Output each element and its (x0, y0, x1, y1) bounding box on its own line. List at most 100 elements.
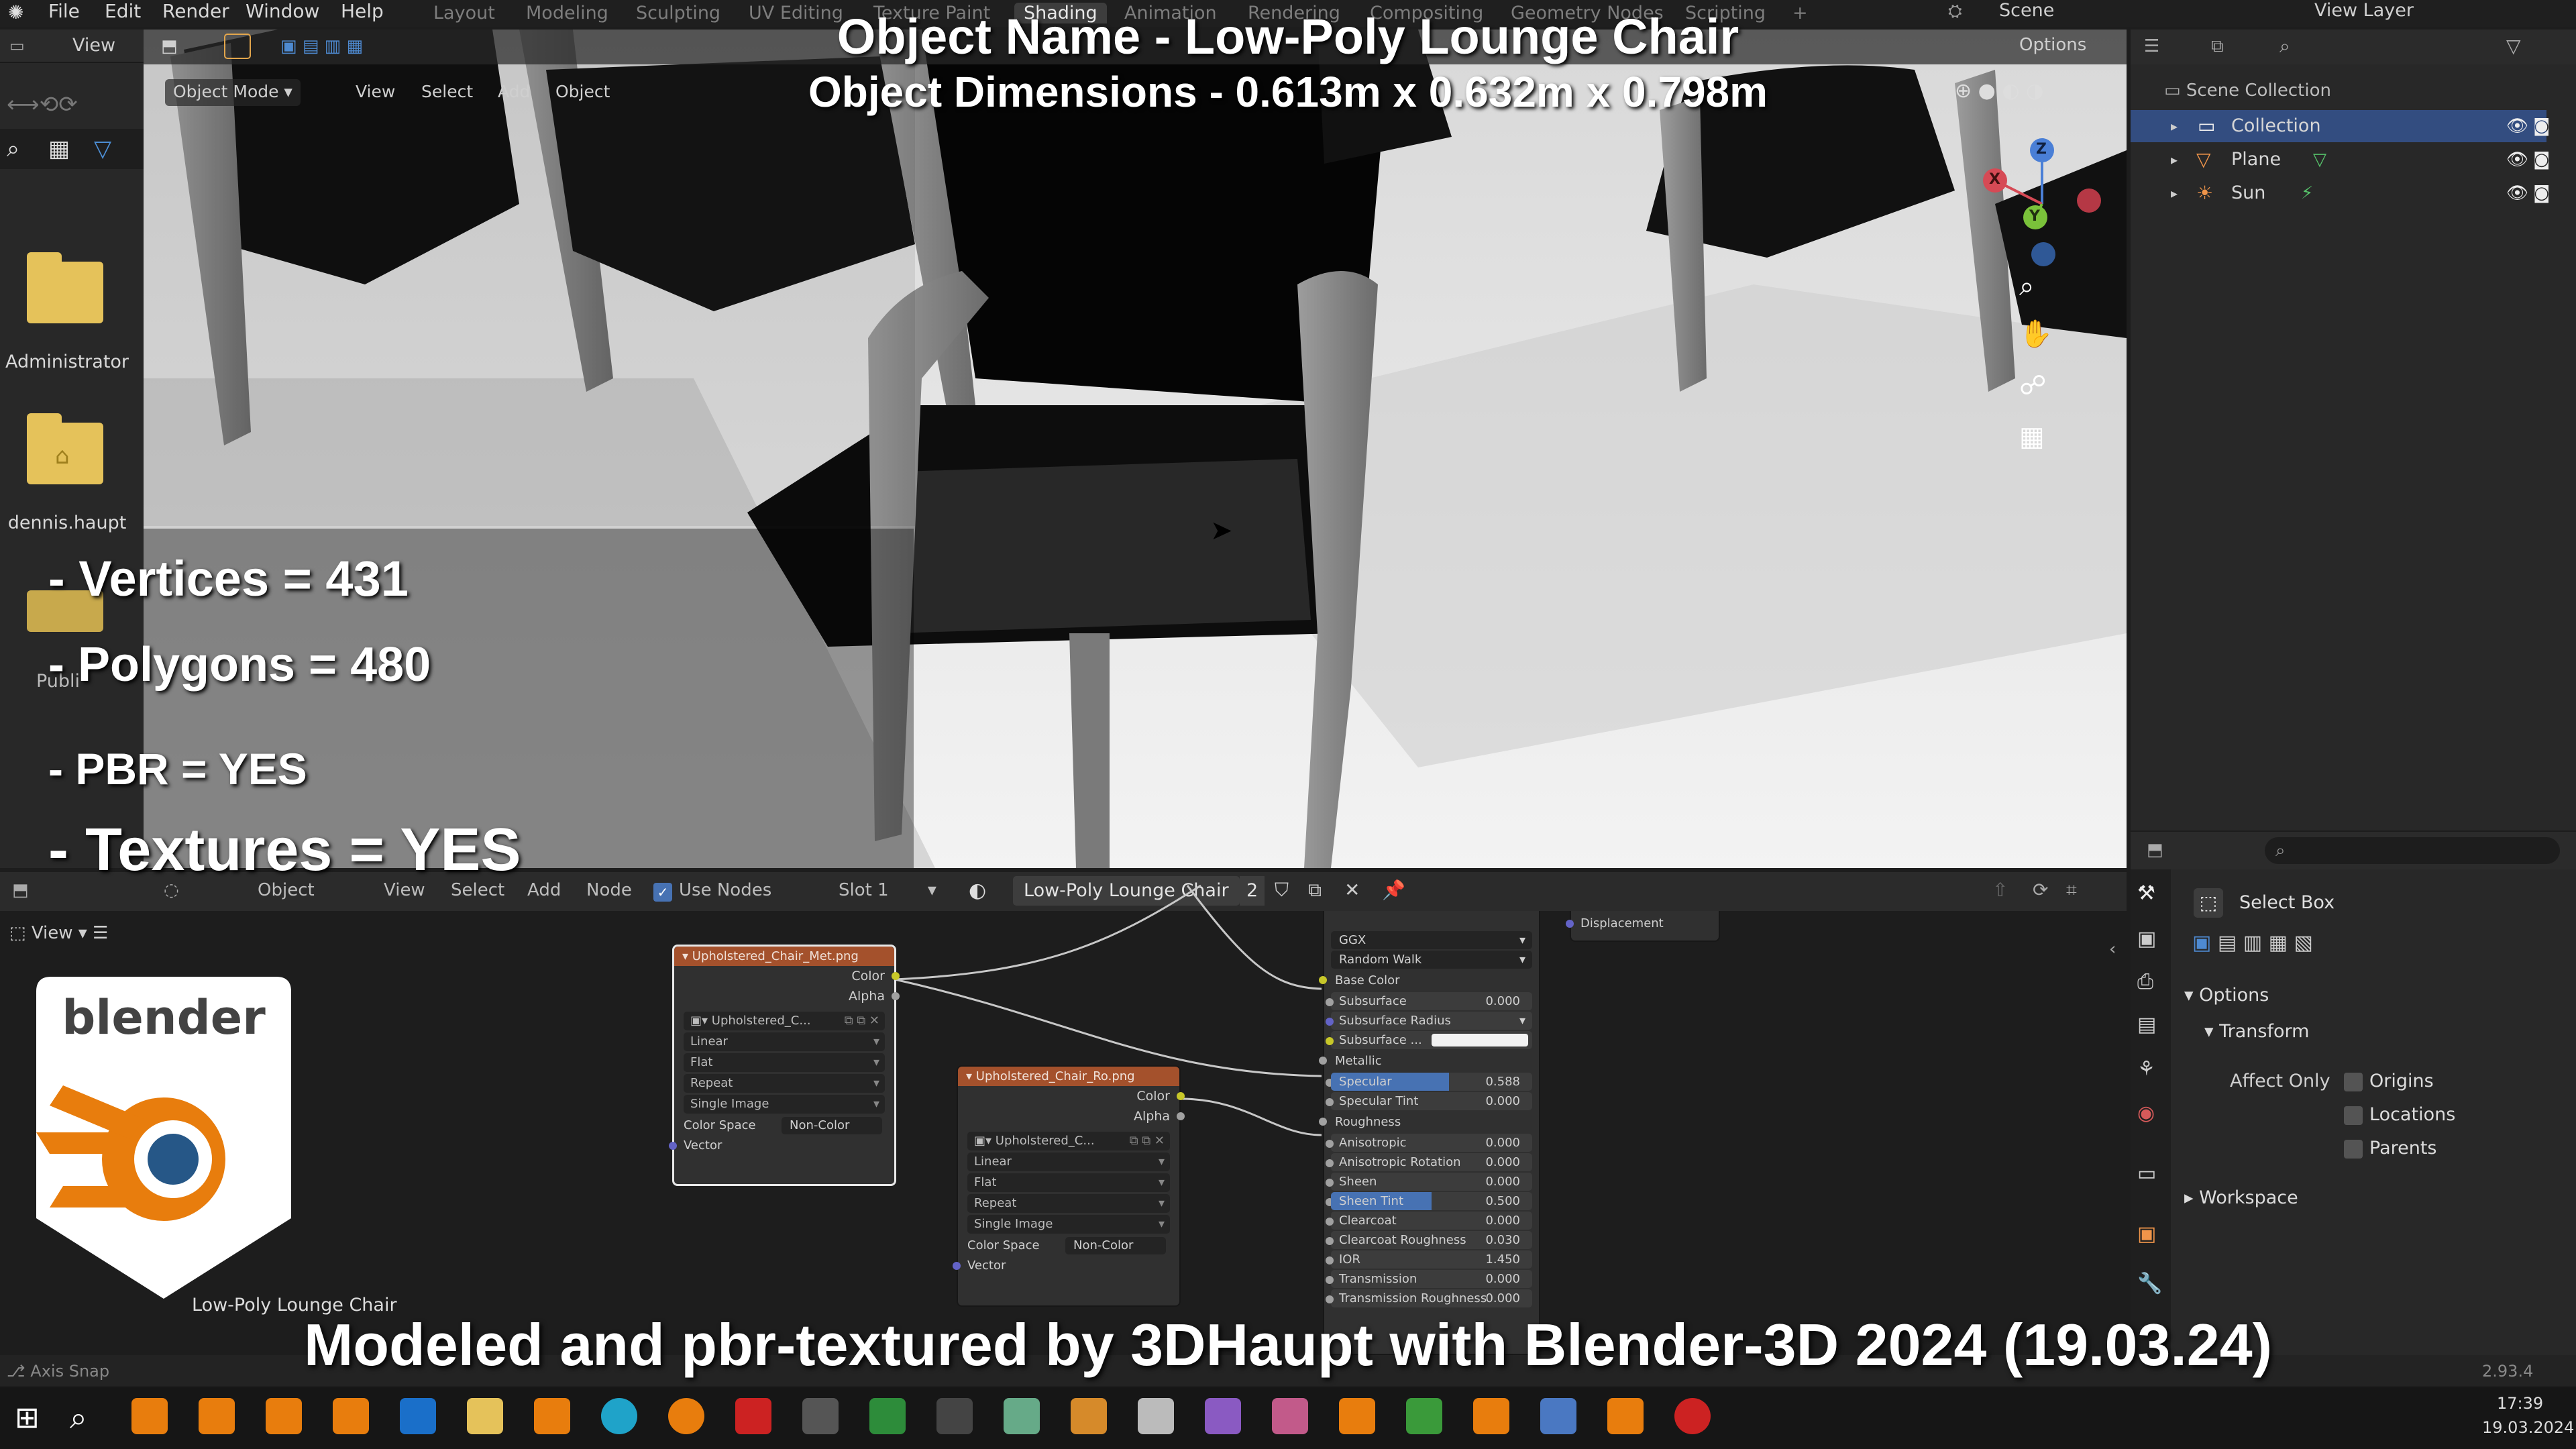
expand-arrow-icon[interactable]: ▸ (2171, 177, 2178, 209)
extension-dropdown[interactable]: Repeat ▾ (684, 1074, 885, 1093)
image-selector[interactable]: ▣▾ Upholstered_C... ⧉ ⧉ ✕ (684, 1012, 885, 1030)
checkbox-icon[interactable] (2344, 1106, 2363, 1125)
navigation-gizmo[interactable]: Z X Y (1968, 130, 2116, 278)
distribution-dropdown[interactable]: GGX ▾ (1331, 931, 1532, 949)
app-icon[interactable] (936, 1398, 973, 1434)
socket-icon[interactable] (953, 1262, 961, 1270)
bsdf-input-subsurface-radius[interactable]: Subsurface Radius ▾ (1326, 1012, 1532, 1030)
principled-bsdf-node[interactable]: GGX ▾ Random Walk ▾ Base Color Subsurface 0.… (1319, 911, 1540, 1355)
bsdf-input-anisotropic[interactable]: Anisotropic 0.000 (1326, 1134, 1532, 1152)
tool-tab-icon[interactable]: ⚒ (2137, 881, 2155, 905)
socket-icon[interactable] (1177, 1112, 1185, 1120)
socket-icon[interactable] (1326, 1018, 1334, 1026)
app-icon[interactable] (1674, 1398, 1711, 1434)
folder-item[interactable]: Administrator (0, 224, 144, 378)
viewport-3d[interactable]: ⬒ ▣ ▤ ▥ ▦ Options Object Mode ▾ View Sel… (144, 30, 2127, 868)
view-layer-tab-icon[interactable]: ▤ (2137, 1013, 2156, 1036)
app-icon[interactable] (735, 1398, 771, 1434)
socket-icon[interactable] (1326, 1276, 1334, 1284)
app-icon[interactable] (1540, 1398, 1576, 1434)
bsdf-input-anisotropic-rotation[interactable]: Anisotropic Rotation 0.000 (1326, 1153, 1532, 1171)
socket-icon[interactable] (1326, 1237, 1334, 1245)
color-space-dropdown[interactable]: Non-Color (782, 1117, 882, 1134)
world-tab-icon[interactable]: ◉ (2137, 1102, 2155, 1125)
checkbox-icon[interactable] (2344, 1072, 2363, 1091)
app-icon[interactable] (1607, 1398, 1644, 1434)
socket-icon[interactable] (1326, 1140, 1334, 1148)
color-swatch[interactable] (1432, 1034, 1528, 1046)
folder-item[interactable]: ⌂ dennis.haupt (0, 385, 144, 539)
selection-mode-buttons[interactable]: ▣ ▤ ▥ ▦ ▧ (2192, 931, 2313, 955)
app-icon[interactable] (1071, 1398, 1107, 1434)
locations-checkbox-row[interactable]: Locations (2344, 1104, 2455, 1125)
socket-icon[interactable] (1319, 976, 1327, 984)
app-icon[interactable] (668, 1398, 704, 1434)
socket-icon[interactable] (1319, 1118, 1327, 1126)
app-icon[interactable] (1004, 1398, 1040, 1434)
outliner-row-sun[interactable]: ▸ ☀ Sun ⚡ 👁 ◙ (2131, 177, 2550, 209)
parents-checkbox-row[interactable]: Parents (2344, 1138, 2437, 1159)
bsdf-input-subsurface[interactable]: Subsurface 0.000 (1326, 992, 1532, 1010)
blender-app-icon[interactable] (1473, 1398, 1509, 1434)
bsdf-input-base-color[interactable]: Base Color (1319, 970, 1539, 991)
bsdf-input-subsurface[interactable]: Subsurface ... (1326, 1031, 1532, 1049)
socket-icon[interactable] (1326, 1218, 1334, 1226)
socket-icon[interactable] (1326, 1159, 1334, 1167)
socket-icon[interactable] (1566, 920, 1574, 928)
bsdf-input-sheen-tint[interactable]: Sheen Tint 0.500 (1326, 1192, 1532, 1210)
interpolation-dropdown[interactable]: Linear ▾ (684, 1032, 885, 1051)
bsdf-input-specular-tint[interactable]: Specular Tint 0.000 (1326, 1092, 1532, 1110)
projection-dropdown[interactable]: Flat ▾ (967, 1173, 1170, 1192)
explorer-app-icon[interactable] (467, 1398, 503, 1434)
expand-arrow-icon[interactable]: ▸ (2171, 144, 2178, 176)
search-taskbar-icon[interactable]: ⌕ (70, 1399, 87, 1437)
socket-icon[interactable] (1326, 1037, 1334, 1045)
object-tab-icon[interactable]: ▣ (2137, 1222, 2156, 1246)
grid-view-icon[interactable]: ▦ (2019, 421, 2045, 452)
bsdf-input-roughness[interactable]: Roughness (1319, 1112, 1539, 1132)
socket-icon[interactable] (1177, 1092, 1185, 1100)
extension-dropdown[interactable]: Repeat ▾ (967, 1194, 1170, 1213)
interpolation-dropdown[interactable]: Linear ▾ (967, 1152, 1170, 1171)
zoom-icon[interactable]: ⌕ (2019, 271, 2034, 302)
render-camera-icon[interactable]: ◙ (2533, 144, 2550, 176)
app-icon[interactable] (1339, 1398, 1375, 1434)
subsurface-method-dropdown[interactable]: Random Walk ▾ (1331, 951, 1532, 969)
edge-app-icon[interactable] (601, 1398, 637, 1434)
blender-app-icon[interactable] (199, 1398, 235, 1434)
properties-search[interactable]: ⌕ (2265, 837, 2560, 864)
bsdf-input-clearcoat[interactable]: Clearcoat 0.000 (1326, 1212, 1532, 1230)
checkbox-icon[interactable] (2344, 1139, 2363, 1159)
render-tab-icon[interactable]: ▣ (2137, 927, 2156, 951)
app-icon[interactable] (1205, 1398, 1241, 1434)
visibility-eye-icon[interactable]: 👁 (2506, 177, 2528, 209)
output-tab-icon[interactable]: ⎙ (2137, 970, 2153, 994)
socket-icon[interactable] (1326, 1098, 1334, 1106)
pan-hand-icon[interactable]: ✋ (2019, 318, 2053, 350)
outliner-row-plane[interactable]: ▸ ▽ Plane ▽ 👁 ◙ (2131, 144, 2550, 176)
socket-icon[interactable] (669, 1142, 677, 1150)
socket-icon[interactable] (1319, 1057, 1327, 1065)
modifier-tab-icon[interactable]: 🔧 (2137, 1272, 2162, 1295)
visibility-eye-icon[interactable]: 👁 (2506, 144, 2528, 176)
bsdf-input-transmission-roughness[interactable]: Transmission Roughness 0.000 (1326, 1289, 1532, 1307)
node-header[interactable]: ▾ Upholstered_Chair_Ro.png (958, 1067, 1179, 1086)
node-editor[interactable]: ⬒ ◌ Object View Select Add Node ✓ Use No… (0, 872, 2127, 1355)
app-icon[interactable] (1406, 1398, 1442, 1434)
image-selector[interactable]: ▣▾ Upholstered_C... ⧉ ⧉ ✕ (967, 1132, 1170, 1150)
socket-icon[interactable] (1326, 1295, 1334, 1303)
transform-section[interactable]: ▾ Transform (2204, 1021, 2309, 1042)
blender-app-icon[interactable] (333, 1398, 369, 1434)
image-texture-node-metallic[interactable]: ▾ Upholstered_Chair_Met.png Color Alpha … (669, 945, 900, 1186)
editor-type-icon[interactable]: ⬒ (2147, 840, 2163, 860)
workspace-section[interactable]: ▸ Workspace (2184, 1187, 2298, 1208)
socket-icon[interactable] (1326, 1179, 1334, 1187)
options-section[interactable]: ▾ Options (2184, 985, 2269, 1006)
projection-dropdown[interactable]: Flat ▾ (684, 1053, 885, 1072)
socket-icon[interactable] (1326, 1256, 1334, 1265)
bsdf-input-specular[interactable]: Specular 0.588 (1326, 1073, 1532, 1091)
socket-icon[interactable] (892, 972, 900, 980)
source-dropdown[interactable]: Single Image ▾ (684, 1095, 885, 1114)
app-icon[interactable] (802, 1398, 839, 1434)
app-icon[interactable] (1272, 1398, 1308, 1434)
